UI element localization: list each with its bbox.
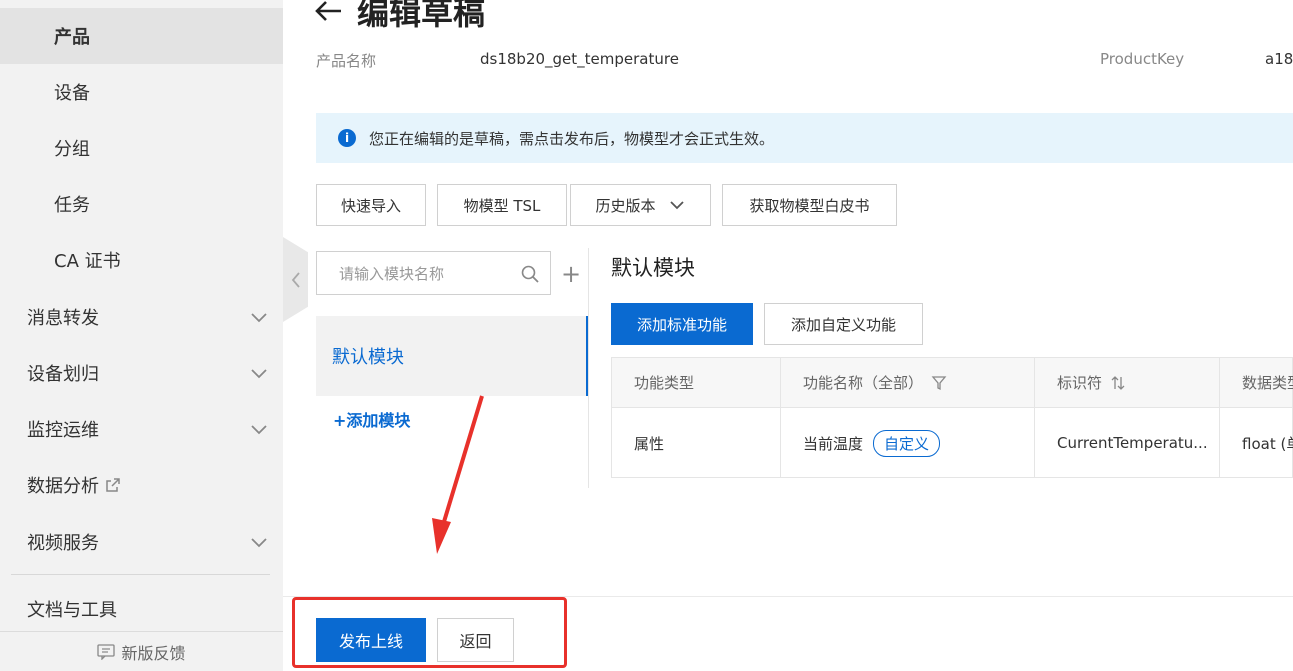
module-divider <box>588 248 589 488</box>
module-search-input[interactable]: 请输入模块名称 <box>316 251 551 295</box>
module-item-label: 默认模块 <box>332 347 404 368</box>
external-link-icon <box>106 478 120 492</box>
add-module-plus-icon[interactable]: + <box>561 260 581 288</box>
quick-import-button[interactable]: 快速导入 <box>316 184 426 226</box>
module-panel-title: 默认模块 <box>611 256 695 280</box>
tsl-button[interactable]: 物模型 TSL <box>437 184 567 226</box>
sidebar-item-label: 文档与工具 <box>27 600 117 621</box>
product-name-value: ds18b20_get_temperature <box>480 50 679 68</box>
sidebar-item-label: 消息转发 <box>27 308 99 329</box>
filter-icon[interactable] <box>931 375 947 391</box>
custom-tag: 自定义 <box>873 429 941 457</box>
module-search-placeholder: 请输入模块名称 <box>339 264 445 283</box>
annotation-arrow-icon <box>432 395 484 554</box>
sidebar-item-device-assignment[interactable]: 设备划归 <box>0 345 283 401</box>
sidebar-item-label: CA 证书 <box>54 251 121 272</box>
table-header: 功能类型 功能名称（全部） 标识符 数据类型 <box>612 358 1293 408</box>
sidebar-item-label: 数据分析 <box>27 476 99 497</box>
chevron-down-icon <box>251 425 267 435</box>
sidebar: 产品 设备 分组 任务 CA 证书 消息转发 设备划归 监控运维 数据分析 视频… <box>0 0 283 671</box>
chevron-down-icon <box>251 538 267 548</box>
sidebar-divider <box>11 574 270 575</box>
page-header: 编辑草稿 <box>313 0 485 34</box>
sidebar-item-devices[interactable]: 设备 <box>0 64 283 120</box>
chevron-down-icon <box>251 313 267 323</box>
module-item-default[interactable]: 默认模块 <box>316 316 588 396</box>
product-key-label: ProductKey <box>1100 50 1185 68</box>
sidebar-item-groups[interactable]: 分组 <box>0 120 283 176</box>
sidebar-item-label: 监控运维 <box>27 420 99 441</box>
cell-type: 属性 <box>612 408 781 478</box>
sidebar-item-label: 视频服务 <box>27 533 99 554</box>
feedback-button[interactable]: 新版反馈 <box>0 631 283 671</box>
page-title: 编辑草稿 <box>357 0 486 32</box>
cell-datatype: float (单 <box>1242 434 1293 453</box>
sidebar-item-products[interactable]: 产品 <box>0 8 283 64</box>
history-version-label: 历史版本 <box>595 196 656 215</box>
back-arrow-icon[interactable] <box>313 0 343 23</box>
history-version-dropdown[interactable]: 历史版本 <box>570 184 711 226</box>
cell-identifier: CurrentTemperatu... <box>1035 408 1220 478</box>
product-name-label: 产品名称 <box>316 52 377 70</box>
feedback-label: 新版反馈 <box>121 643 186 663</box>
sidebar-item-video-service[interactable]: 视频服务 <box>0 514 283 570</box>
column-header-identifier[interactable]: 标识符 <box>1035 358 1220 407</box>
sidebar-item-label: 设备划归 <box>27 364 99 385</box>
add-module-link[interactable]: +添加模块 <box>333 407 410 431</box>
sidebar-item-data-analysis[interactable]: 数据分析 <box>0 457 283 513</box>
sidebar-item-docs-tools[interactable]: 文档与工具 <box>0 590 283 622</box>
whitepaper-button[interactable]: 获取物模型白皮书 <box>722 184 897 226</box>
add-standard-feature-button[interactable]: 添加标准功能 <box>611 303 753 345</box>
feature-table: 功能类型 功能名称（全部） 标识符 数据类型 属性 当前温度 自定义 Curre… <box>611 357 1293 478</box>
main-content: 编辑草稿 产品名称 ds18b20_get_temperature Produc… <box>283 0 1293 671</box>
column-header-type: 功能类型 <box>612 358 781 407</box>
sidebar-item-label: 分组 <box>54 139 90 160</box>
draft-notice: i 您正在编辑的是草稿，需点击发布后，物模型才会正式生效。 <box>316 113 1293 163</box>
info-icon: i <box>338 129 356 147</box>
chevron-down-icon <box>669 201 684 210</box>
feedback-icon <box>97 643 116 660</box>
annotation-highlight-box <box>292 597 567 668</box>
sidebar-item-label: 设备 <box>54 83 90 104</box>
cell-name: 当前温度 自定义 <box>781 408 1035 478</box>
sidebar-item-ca-cert[interactable]: CA 证书 <box>0 232 283 288</box>
sidebar-item-label: 任务 <box>54 195 90 216</box>
table-row[interactable]: 属性 当前温度 自定义 CurrentTemperatu... float (单 <box>612 408 1293 478</box>
sidebar-item-message-forwarding[interactable]: 消息转发 <box>0 289 283 345</box>
chevron-down-icon <box>251 369 267 379</box>
column-header-name[interactable]: 功能名称（全部） <box>781 358 1035 407</box>
product-key-value: a189 <box>1265 50 1293 68</box>
sort-icon[interactable] <box>1110 375 1126 391</box>
column-header-datatype: 数据类型 <box>1242 374 1293 392</box>
notice-text: 您正在编辑的是草稿，需点击发布后，物模型才会正式生效。 <box>369 129 775 148</box>
sidebar-item-label: 产品 <box>54 27 90 48</box>
sidebar-item-monitoring[interactable]: 监控运维 <box>0 401 283 457</box>
search-icon[interactable] <box>520 264 540 284</box>
add-custom-feature-button[interactable]: 添加自定义功能 <box>764 303 923 345</box>
sidebar-item-tasks[interactable]: 任务 <box>0 176 283 232</box>
